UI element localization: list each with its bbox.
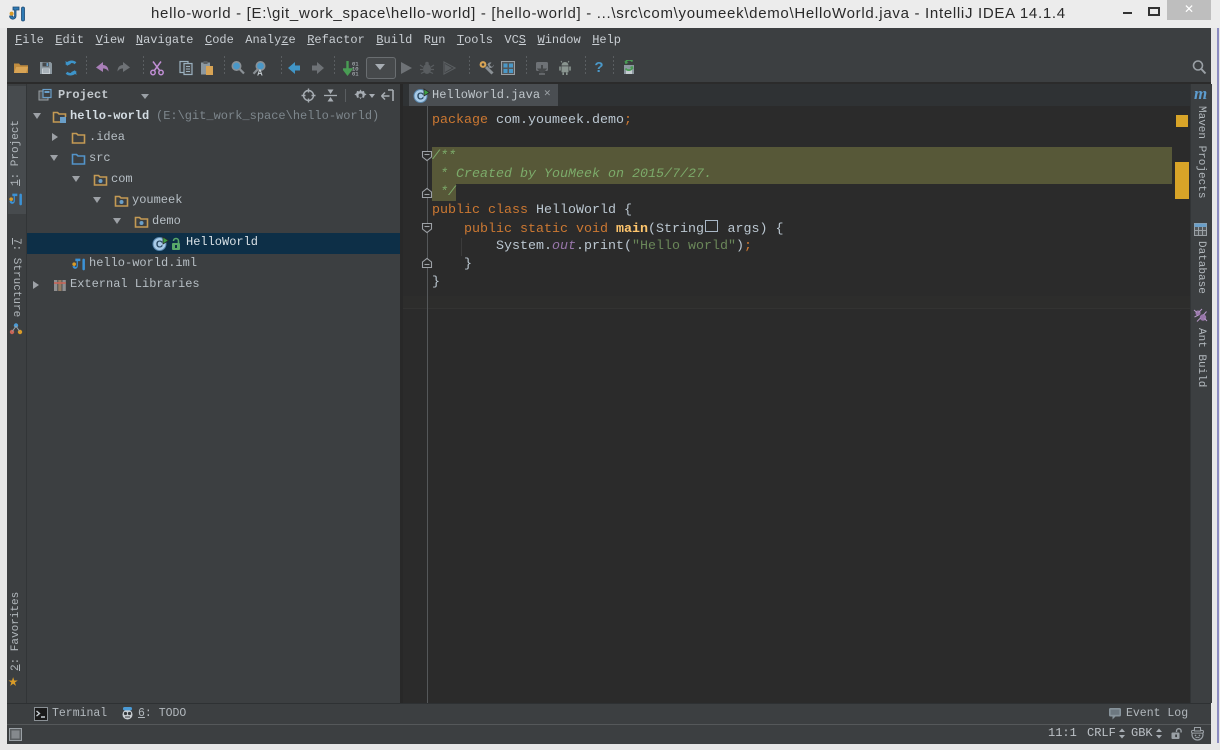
svg-text:C: C [156, 239, 163, 250]
svg-text:01: 01 [352, 71, 359, 77]
svg-text:C: C [417, 92, 424, 103]
svg-text:A: A [257, 69, 263, 77]
